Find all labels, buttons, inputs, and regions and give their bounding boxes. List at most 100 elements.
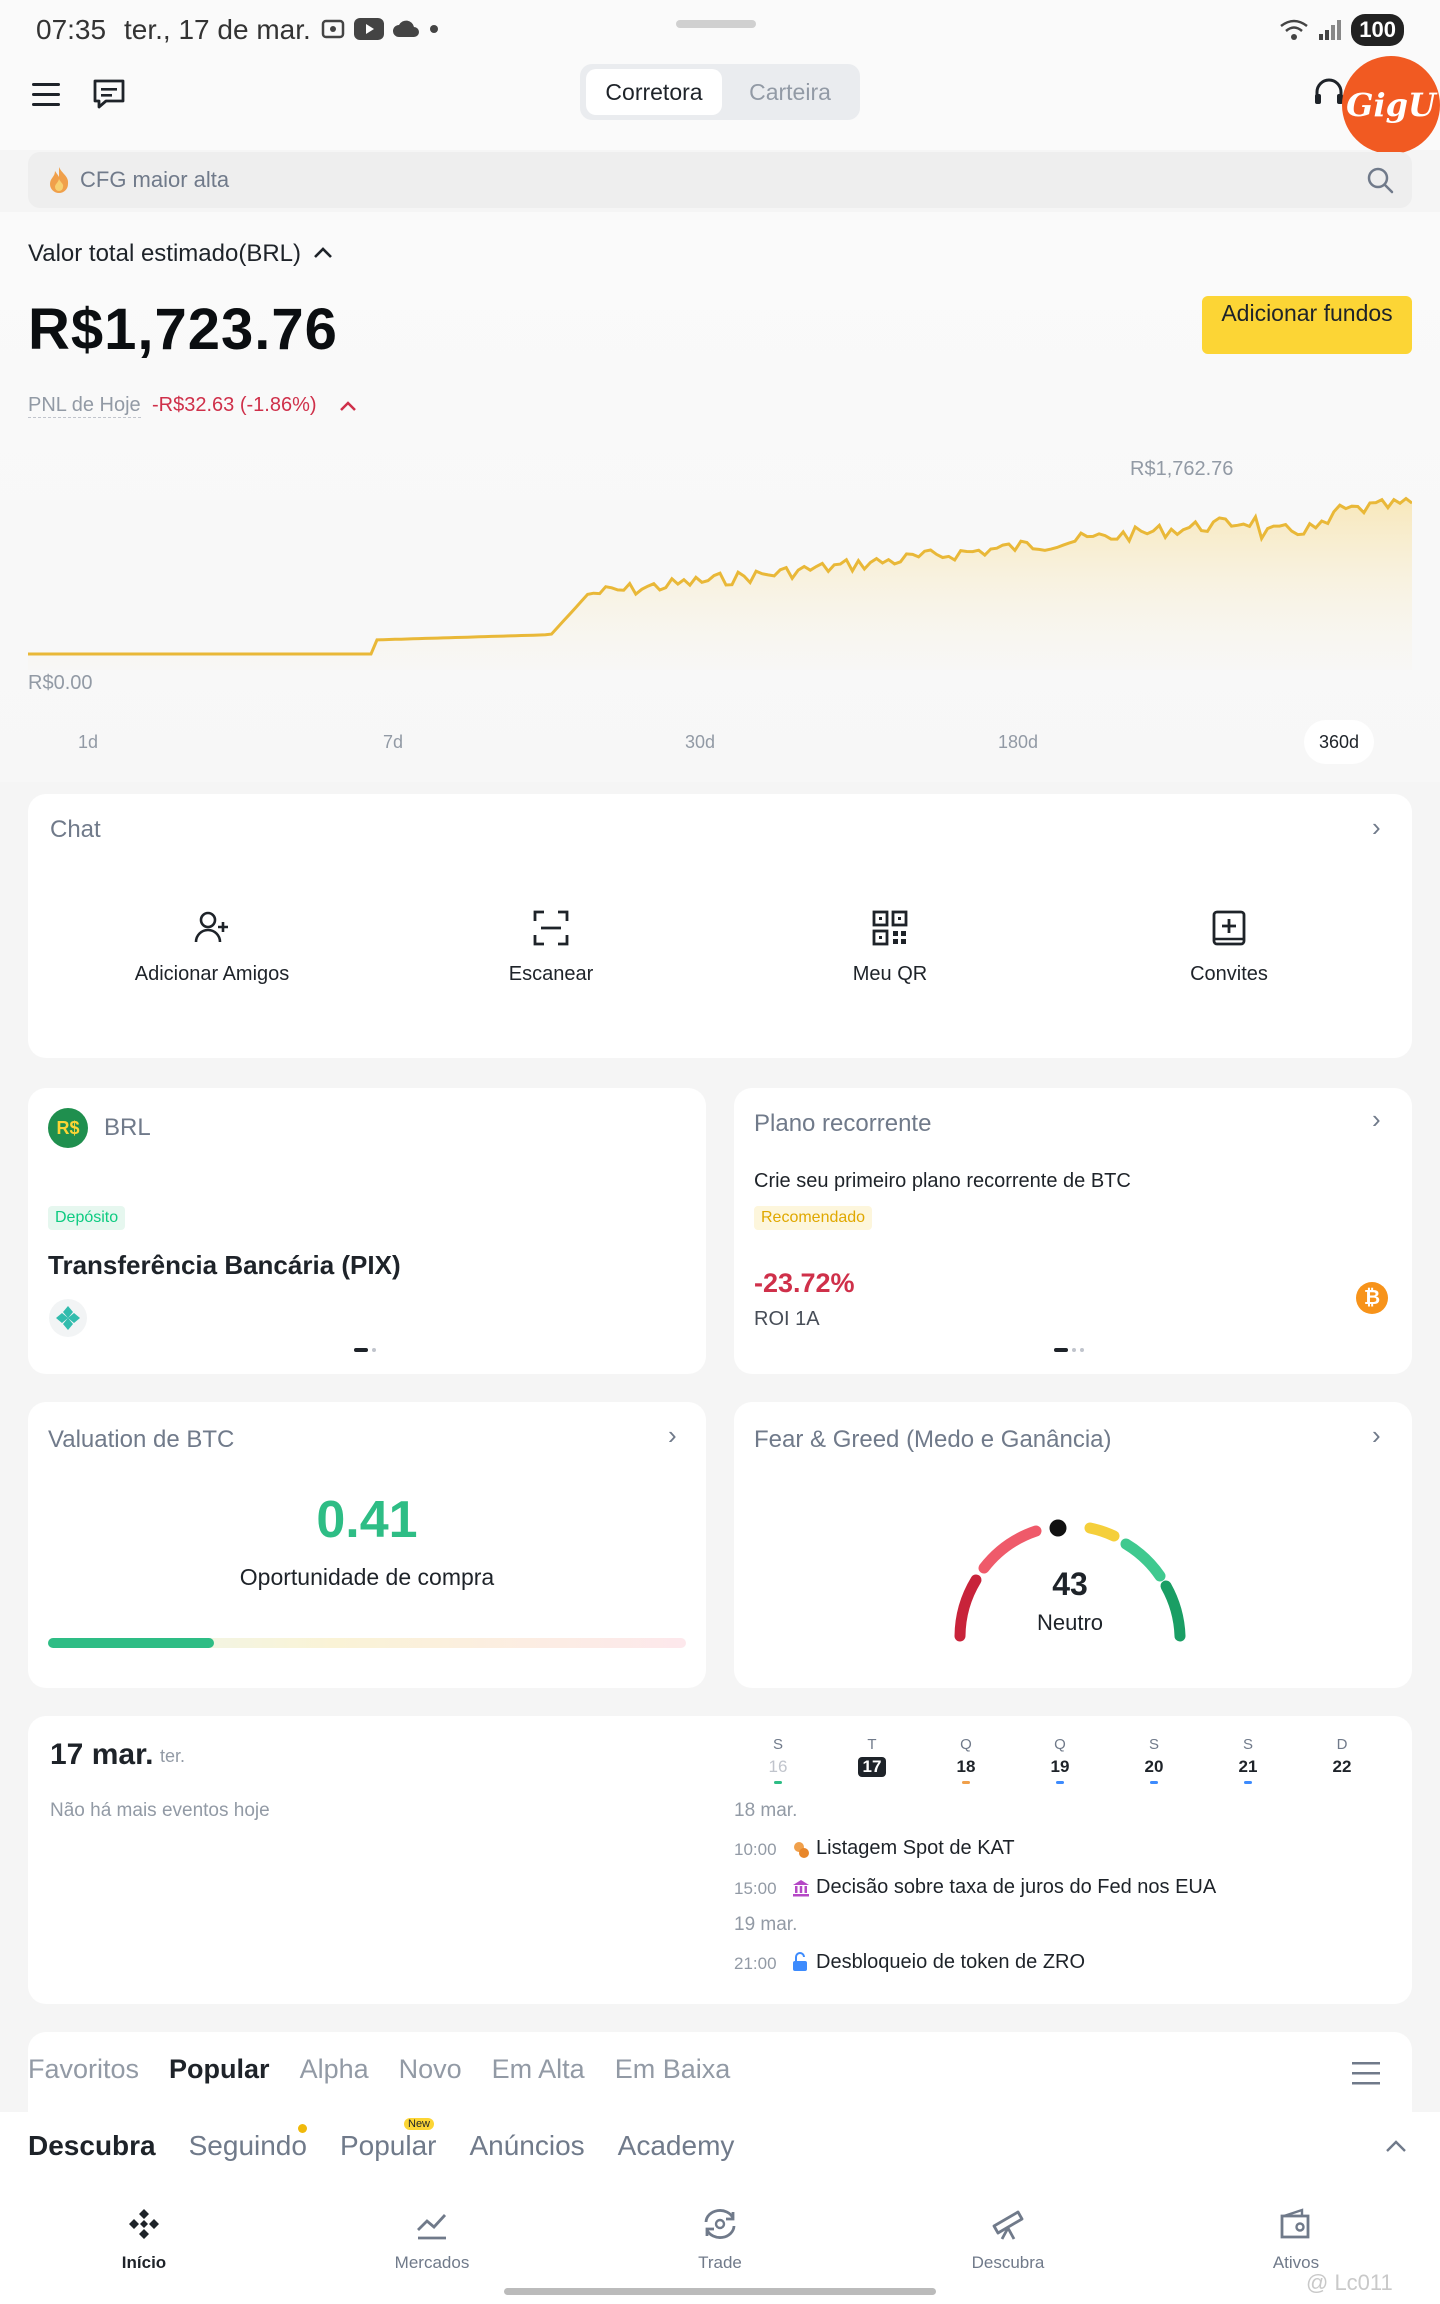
chevron-up-icon[interactable] [1384,2138,1408,2154]
brl-label: BRL [104,1114,151,1141]
calendar-day[interactable]: Q 18 [936,1736,996,1784]
valuation-bar-fill [48,1638,214,1648]
nav-inicio[interactable]: Início [64,2206,224,2273]
calendar-day[interactable]: S 16 [748,1736,808,1784]
carousel-dots [1054,1348,1084,1352]
menu-icon[interactable] [30,80,62,110]
chat-title[interactable]: Chat [50,816,101,844]
valuation-bar-track [48,1638,686,1648]
invite-icon [1212,910,1246,946]
screenshot-icon [321,19,345,39]
pnl-chevron-up-icon[interactable] [338,398,358,414]
tab-academy[interactable]: Academy [618,2130,735,2162]
status-date: ter., 17 de mar. [124,14,311,45]
event-group-date: 19 mar. [734,1914,798,1935]
period-1d[interactable]: 1d [58,720,118,764]
period-selector: 1d 7d 30d 180d 360d [28,720,1412,764]
listing-icon [794,1842,809,1858]
chevron-right-icon[interactable]: › [668,1420,677,1451]
tab-seguindo[interactable]: Seguindo [189,2130,307,2162]
chevron-up-icon[interactable] [312,244,334,262]
invites-action[interactable]: Convites [1129,908,1329,986]
scan-action[interactable]: Escanear [451,908,651,986]
add-friends-action[interactable]: Adicionar Amigos [112,908,312,986]
portfolio-chart[interactable] [28,470,1412,670]
calendar-day[interactable]: S 20 [1124,1736,1184,1784]
period-360d[interactable]: 360d [1304,720,1374,764]
tab-feed-popular[interactable]: Popular [340,2130,437,2162]
top-nav: Corretora Carteira [0,60,1440,150]
chevron-right-icon[interactable]: › [1372,1420,1381,1451]
my-qr-label: Meu QR [852,963,928,985]
brl-deposit-card[interactable]: R$ BRL Depósito Transferência Bancária (… [28,1088,706,1374]
valuation-label: Oportunidade de compra [239,1564,495,1590]
event-text[interactable]: Decisão sobre taxa de juros do Fed nos E… [816,1876,1216,1899]
tab-popular[interactable]: Popular [169,2054,270,2085]
list-menu-icon[interactable] [1352,2060,1380,2086]
tab-carteira[interactable]: Carteira [726,69,854,115]
tab-corretora[interactable]: Corretora [586,69,722,115]
invites-label: Convites [1190,963,1268,985]
home-indicator[interactable] [504,2288,936,2295]
nav-descubra[interactable]: Descubra [928,2206,1088,2273]
recurring-desc: Crie seu primeiro plano recorrente de BT… [754,1170,1131,1192]
tab-favoritos[interactable]: Favoritos [28,2054,139,2085]
nav-mercados[interactable]: Mercados [352,2206,512,2273]
drag-handle[interactable] [676,20,756,28]
pix-title: Transferência Bancária (PIX) [48,1250,401,1280]
calendar-day-today[interactable]: T 17 [842,1736,902,1777]
trade-exchange-icon [704,2209,736,2239]
add-funds-button[interactable]: Adicionar fundos [1202,296,1412,354]
roi-label: ROI 1A [754,1308,820,1330]
tab-em-baixa[interactable]: Em Baixa [615,2054,731,2085]
total-value: R$1,723.76 [28,297,338,362]
event-text[interactable]: Desbloqueio de token de ZRO [816,1951,1085,1974]
status-bar: 07:35 ter., 17 de mar. 100 [0,0,1440,60]
pix-icon [49,1299,87,1337]
chevron-right-icon[interactable]: › [1372,812,1381,843]
pnl-label[interactable]: PNL de Hoje [28,394,141,418]
calendar-day[interactable]: Q 19 [1030,1736,1090,1784]
chat-card: Chat › Adicionar Amigos Escanear Meu QR … [28,794,1412,1058]
fire-icon [50,167,69,193]
calendar-day[interactable]: D 22 [1312,1736,1372,1777]
btc-valuation-card[interactable]: Valuation de BTC › 0.41 Oportunidade de … [28,1402,706,1688]
recurring-plan-card[interactable]: Plano recorrente › Crie seu primeiro pla… [734,1088,1412,1374]
tab-em-alta[interactable]: Em Alta [492,2054,585,2085]
system-icons: 100 [1279,14,1404,46]
nav-trade[interactable]: Trade [640,2206,800,2273]
event-text[interactable]: Listagem Spot de KAT [816,1837,1015,1860]
unread-dot [298,2124,307,2133]
my-qr-action[interactable]: Meu QR [790,908,990,986]
calendar-day[interactable]: S 21 [1218,1736,1278,1784]
messages-icon[interactable] [92,78,126,110]
recurring-title: Plano recorrente [754,1110,932,1137]
tab-alpha[interactable]: Alpha [300,2054,369,2085]
period-180d[interactable]: 180d [978,720,1058,764]
bank-icon [793,1880,809,1897]
tab-novo[interactable]: Novo [399,2054,462,2085]
nav-ativos[interactable]: Ativos [1216,2206,1376,2273]
nav-inicio-label: Início [121,2253,167,2272]
watermark: @ Lc011 [1306,2270,1393,2295]
period-30d[interactable]: 30d [670,720,730,764]
total-value-label[interactable]: Valor total estimado(BRL) [28,240,301,268]
fear-greed-card[interactable]: Fear & Greed (Medo e Ganância) › 43 Neut… [734,1402,1412,1688]
chart-low-label: R$0.00 [28,672,93,694]
youtube-icon [354,18,384,40]
scan-icon [533,910,569,946]
valuation-title: Valuation de BTC [48,1426,235,1453]
chart-area [28,498,1412,670]
search-icon[interactable] [1366,166,1394,194]
search-bar[interactable]: CFG maior alta [28,152,1412,208]
period-7d[interactable]: 7d [363,720,423,764]
tab-descubra[interactable]: Descubra [28,2130,156,2162]
event-time: 15:00 [734,1879,777,1898]
chevron-right-icon[interactable]: › [1372,1104,1381,1135]
wallet-icon [1280,2208,1310,2239]
support-headset-icon[interactable] [1312,76,1346,112]
mode-switch: Corretora Carteira [580,64,860,120]
event-group-date: 18 mar. [734,1800,798,1821]
tab-anuncios[interactable]: Anúncios [469,2130,584,2162]
telescope-icon [992,2210,1024,2240]
